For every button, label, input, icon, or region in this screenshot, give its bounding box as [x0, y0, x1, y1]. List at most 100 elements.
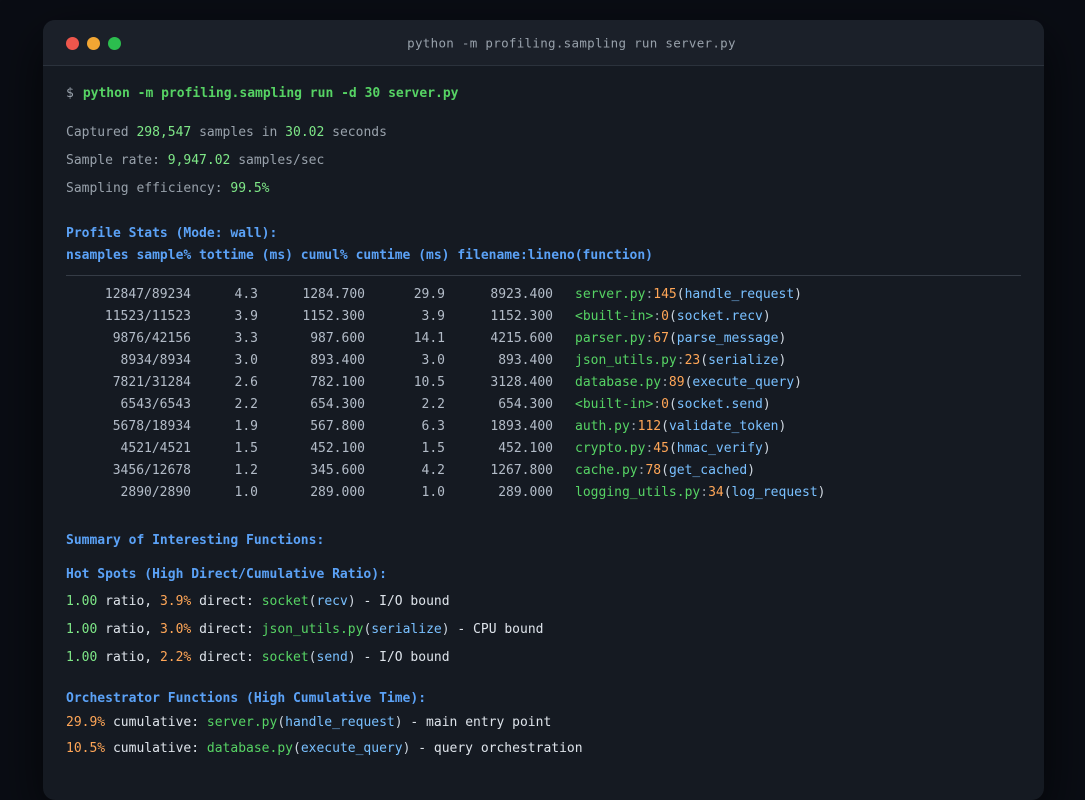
captured-seconds-value: 30.02: [285, 125, 325, 140]
table-row: 9876/42156 3.3 987.600 14.1 4215.600 parser.p…: [66, 328, 1021, 350]
function-name: send: [316, 650, 348, 665]
cumtime-value: 8923.400: [490, 287, 553, 302]
filename: <built-in>: [575, 397, 654, 412]
sample-pct-value: 4.3: [234, 287, 258, 302]
ratio-label: ratio,: [97, 650, 160, 665]
function-name: handle_request: [285, 715, 395, 730]
profile-table: 12847/89234 4.3 1284.700 29.9 8923.400 server…: [66, 284, 1021, 504]
orchestrator-line: 10.5% cumulative: database.py(execute_qu…: [66, 736, 1021, 762]
close-paren: ): [762, 397, 771, 412]
close-paren: ): [762, 309, 771, 324]
lineno: 0: [661, 397, 669, 412]
ratio-value: 1.00: [66, 594, 98, 609]
ratio-value: 1.00: [66, 650, 98, 665]
hotspot-line: 1.00 ratio, 3.9% direct: socket(recv) - …: [66, 588, 1021, 616]
colon: :: [661, 375, 669, 390]
sample-pct-value: 1.5: [234, 441, 258, 456]
table-row: 7821/31284 2.6 782.100 10.5 3128.400 database…: [66, 372, 1021, 394]
filename: socket: [261, 594, 309, 609]
filename: cache.py: [575, 463, 638, 478]
open-paren: (: [292, 741, 301, 756]
filename: auth.py: [575, 419, 630, 434]
function-ref: json_utils.py:23(serialize): [575, 350, 786, 372]
nsamples-value: 5678/18934: [112, 419, 191, 434]
lineno: 45: [653, 441, 669, 456]
lineno: 34: [708, 485, 724, 500]
minimize-window-button[interactable]: [87, 36, 100, 50]
orchestrator-heading: Orchestrator Functions (High Cumulative …: [66, 691, 427, 706]
cumtime-value: 1267.800: [490, 463, 553, 478]
maximize-window-button[interactable]: [108, 36, 121, 50]
cumtime-value: 452.100: [498, 441, 553, 456]
open-paren: (: [668, 441, 677, 456]
cumul-pct-value: 14.1: [413, 331, 445, 346]
sample-pct-value: 3.9: [234, 309, 258, 324]
sample-rate-line: Sample rate: 9,947.02 samples/sec: [66, 147, 1021, 175]
table-row: 5678/18934 1.9 567.800 6.3 1893.400 auth.py:1…: [66, 416, 1021, 438]
colon: :: [700, 485, 709, 500]
sample-pct-value: 1.0: [234, 485, 258, 500]
captured-tail-label: seconds: [324, 125, 387, 140]
filename: crypto.py: [575, 441, 646, 456]
direct-label: direct:: [191, 622, 262, 637]
cumulative-pct-value: 29.9%: [66, 715, 106, 730]
cumul-pct-value: 29.9: [413, 287, 445, 302]
sample-pct-value: 1.9: [234, 419, 258, 434]
tottime-value: 782.100: [310, 375, 365, 390]
orchestrator-list: 29.9% cumulative: server.py(handle_reque…: [66, 710, 1021, 762]
tottime-value: 987.600: [310, 331, 365, 346]
cumtime-value: 893.400: [498, 353, 553, 368]
bound-note: - I/O bound: [355, 650, 450, 665]
cumtime-value: 4215.600: [490, 331, 553, 346]
cumtime-value: 1152.300: [490, 309, 553, 324]
bound-note: - CPU bound: [449, 622, 544, 637]
table-row: 11523/11523 3.9 1152.300 3.9 1152.300 <built-…: [66, 306, 1021, 328]
nsamples-value: 12847/89234: [104, 287, 191, 302]
tottime-value: 654.300: [310, 397, 365, 412]
cumul-pct-value: 2.2: [421, 397, 445, 412]
filename: database.py: [206, 741, 293, 756]
function-ref: server.py:145(handle_request): [575, 284, 802, 306]
close-paren: ): [817, 485, 826, 500]
cumul-pct-value: 4.2: [421, 463, 445, 478]
efficiency-label: Sampling efficiency:: [66, 181, 231, 196]
colon: :: [653, 397, 662, 412]
lineno: 23: [684, 353, 701, 368]
cumulative-pct-value: 10.5%: [66, 741, 106, 756]
filename: json_utils.py: [261, 622, 364, 637]
titlebar: python -m profiling.sampling run server.…: [43, 20, 1044, 66]
ratio-value: 1.00: [66, 622, 98, 637]
nsamples-value: 2890/2890: [120, 485, 191, 500]
function-name: socket.recv: [676, 309, 763, 324]
role-note: - query orchestration: [410, 741, 583, 756]
filename: server.py: [206, 715, 278, 730]
filename: socket: [261, 650, 309, 665]
ratio-label: ratio,: [97, 594, 160, 609]
tottime-value: 893.400: [310, 353, 365, 368]
lineno: 89: [668, 375, 685, 390]
table-divider: [66, 275, 1021, 276]
profile-stats-heading: Profile Stats (Mode: wall):: [66, 226, 278, 241]
function-name: handle_request: [684, 287, 795, 302]
function-ref: crypto.py:45(hmac_verify): [575, 438, 771, 460]
filename: logging_utils.py: [575, 485, 701, 500]
function-ref: <built-in>:0(socket.send): [575, 394, 771, 416]
efficiency-line: Sampling efficiency: 99.5%: [66, 175, 1021, 203]
ratio-label: ratio,: [97, 622, 160, 637]
open-paren: (: [661, 419, 669, 434]
hotspot-line: 1.00 ratio, 3.0% direct: json_utils.py(s…: [66, 616, 1021, 644]
colon: :: [653, 309, 662, 324]
function-ref: parser.py:67(parse_message): [575, 328, 786, 350]
function-ref: logging_utils.py:34(log_request): [575, 482, 825, 504]
efficiency-value: 99.5%: [230, 181, 270, 196]
close-paren: ): [394, 715, 403, 730]
function-name: execute_query: [692, 375, 795, 390]
function-name: validate_token: [668, 419, 779, 434]
open-paren: (: [668, 331, 677, 346]
close-window-button[interactable]: [66, 36, 79, 50]
cumul-pct-value: 10.5: [413, 375, 445, 390]
table-row: 8934/8934 3.0 893.400 3.0 893.400 json_utils.…: [66, 350, 1021, 372]
lineno: 145: [653, 287, 677, 302]
cumul-pct-value: 1.5: [421, 441, 445, 456]
filename: server.py: [575, 287, 646, 302]
